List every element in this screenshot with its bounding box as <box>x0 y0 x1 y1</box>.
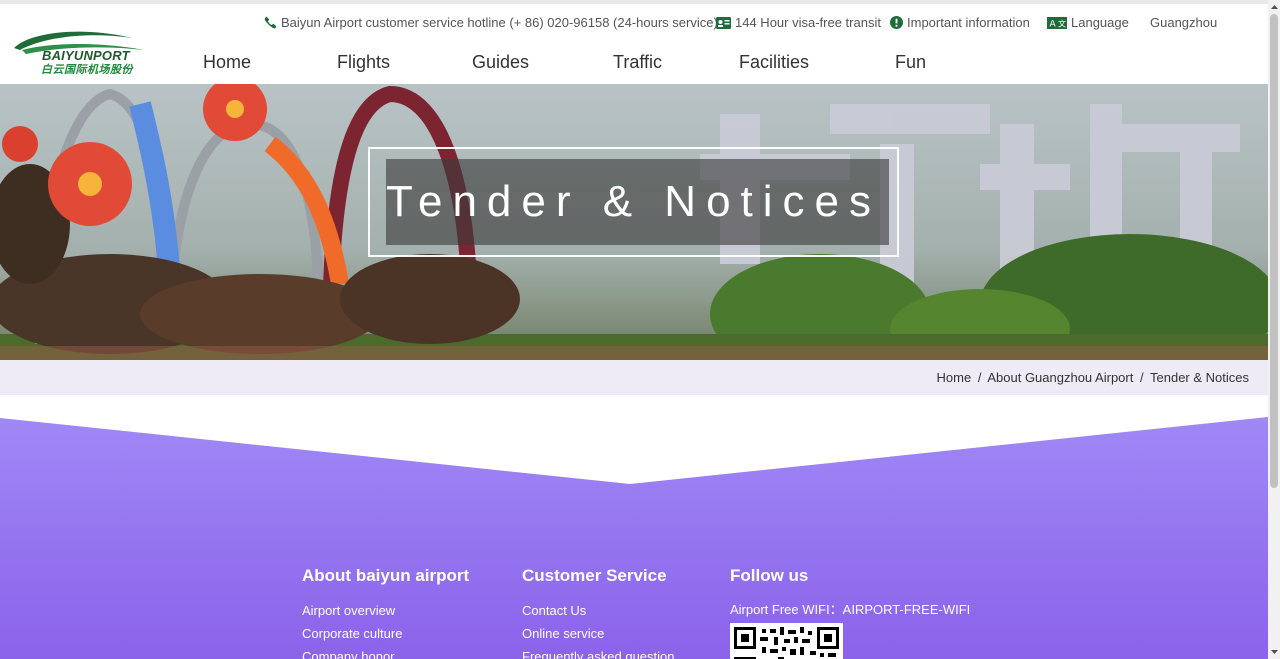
city-selector[interactable]: Guangzhou <box>1150 15 1217 30</box>
language-text: Language <box>1071 15 1129 30</box>
city-text: Guangzhou <box>1150 15 1218 30</box>
breadcrumb-separator: / <box>1139 370 1144 385</box>
breadcrumb: Home / About Guangzhou Airport / Tender … <box>937 370 1249 385</box>
footer-follow-column: Follow us Airport Free WIFI：AIRPORT-FREE… <box>730 566 970 659</box>
nav-traffic[interactable]: Traffic <box>613 52 662 73</box>
visa-free-link[interactable]: 144 Hour visa-free transit <box>716 15 881 30</box>
footer-follow-heading: Follow us <box>730 566 809 585</box>
breadcrumb-parent[interactable]: About Guangzhou Airport <box>987 370 1133 385</box>
nav-guides[interactable]: Guides <box>472 52 529 73</box>
breadcrumb-separator: / <box>977 370 982 385</box>
banner-title-frame: Tender & Notices <box>368 147 899 257</box>
important-info-text: Important information <box>907 15 1030 30</box>
breadcrumb-current: Tender & Notices <box>1150 370 1249 385</box>
footer-link-company-honor[interactable]: Company honor <box>302 645 469 659</box>
footer-link-faq[interactable]: Frequently asked question <box>522 645 674 659</box>
svg-text:A: A <box>1050 19 1057 29</box>
footer-service-column: Customer Service Contact Us Online servi… <box>522 566 674 659</box>
breadcrumb-bar: Home / About Guangzhou Airport / Tender … <box>0 360 1268 395</box>
nav-flights[interactable]: Flights <box>337 52 390 73</box>
svg-text:文: 文 <box>1058 18 1066 28</box>
footer-link-contact-us[interactable]: Contact Us <box>522 599 674 622</box>
important-info-link[interactable]: Important information <box>890 15 1030 30</box>
wechat-qr-code <box>730 623 843 659</box>
footer-wifi-info: Airport Free WIFI：AIRPORT-FREE-WIFI <box>730 602 971 617</box>
nav-fun[interactable]: Fun <box>895 52 926 73</box>
scroll-up-arrow-icon[interactable] <box>1268 0 1280 14</box>
page-scrollbar[interactable] <box>1268 0 1280 659</box>
language-switcher[interactable]: A文 Language <box>1047 15 1129 30</box>
footer-service-heading: Customer Service <box>522 566 667 585</box>
page-title: Tender & Notices <box>385 177 882 226</box>
scrollbar-thumb[interactable] <box>1270 14 1278 488</box>
id-card-icon <box>716 16 731 29</box>
footer-about-heading: About baiyun airport <box>302 566 470 585</box>
site-header: BAIYUNPORT 白云国际机场股份 Baiyun Airport custo… <box>0 0 1268 84</box>
visa-free-text: 144 Hour visa-free transit <box>735 15 881 30</box>
breadcrumb-home[interactable]: Home <box>937 370 972 385</box>
hotline-text: Baiyun Airport customer service hotline … <box>281 15 718 30</box>
hotline-link[interactable]: Baiyun Airport customer service hotline … <box>264 15 718 30</box>
site-footer: About baiyun airport Airport overview Co… <box>0 395 1268 659</box>
nav-facilities[interactable]: Facilities <box>739 52 809 73</box>
scroll-down-arrow-icon[interactable] <box>1268 645 1280 659</box>
translate-icon: A文 <box>1047 16 1067 29</box>
footer-link-airport-overview[interactable]: Airport overview <box>302 599 469 622</box>
qr-code-icon <box>734 627 839 659</box>
footer-link-online-service[interactable]: Online service <box>522 622 674 645</box>
logo-text-cn: 白云国际机场股份 <box>41 63 133 76</box>
info-circle-icon <box>890 16 903 29</box>
footer-about-column: About baiyun airport Airport overview Co… <box>302 566 469 659</box>
footer-link-corporate-culture[interactable]: Corporate culture <box>302 622 469 645</box>
site-logo[interactable]: BAIYUNPORT 白云国际机场股份 <box>12 28 146 76</box>
phone-icon <box>264 16 277 29</box>
nav-home[interactable]: Home <box>203 52 251 73</box>
page-banner: Tender & Notices <box>0 84 1268 360</box>
